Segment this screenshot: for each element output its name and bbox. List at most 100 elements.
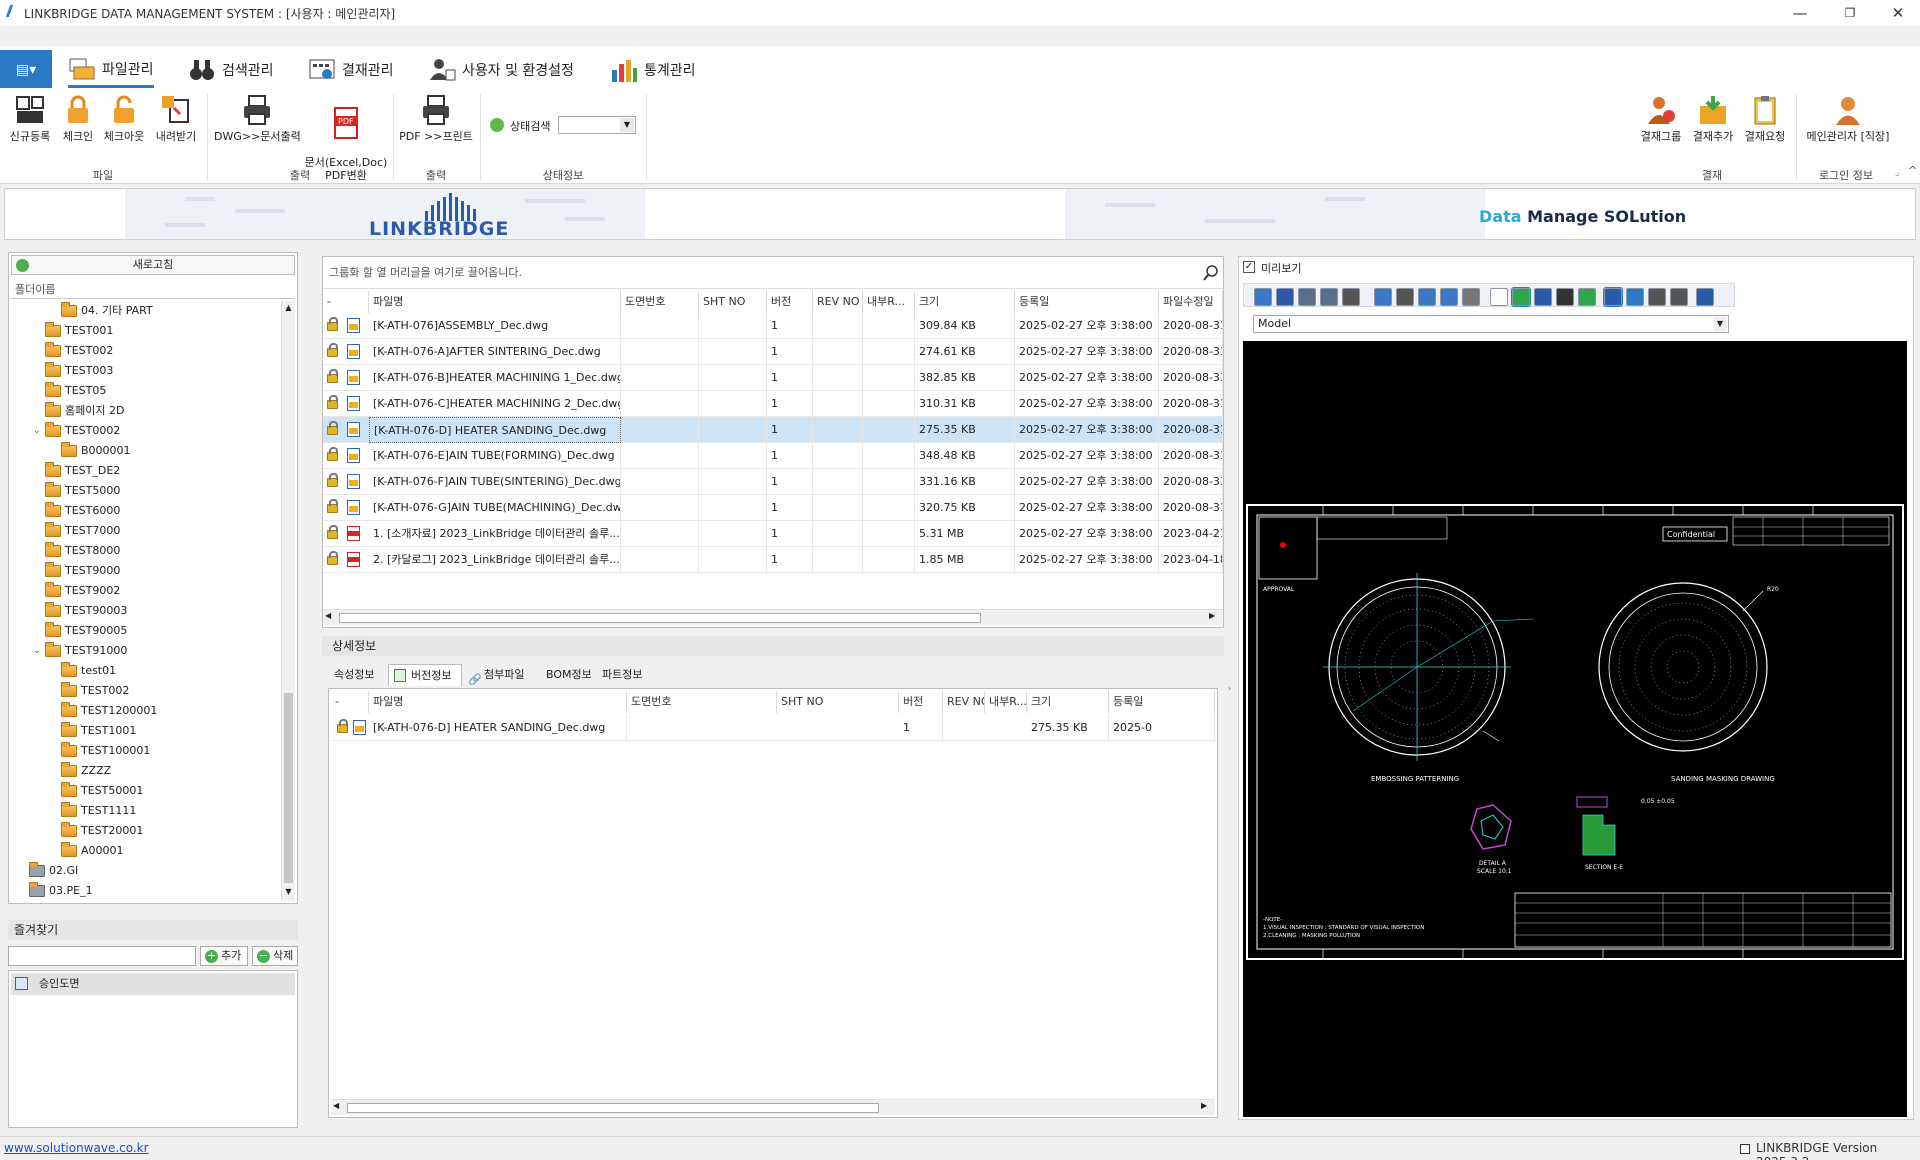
checkin-button[interactable]: 체크인 xyxy=(58,94,98,143)
tree-item[interactable]: TEST003 xyxy=(45,361,113,381)
dwg-print-button[interactable]: DWG>>문서출력 xyxy=(214,94,301,143)
tree-item[interactable]: A00001 xyxy=(61,841,124,861)
table-row[interactable]: [K-ATH-076-C]HEATER MACHINING 2_Dec.dwg 1… xyxy=(323,391,1223,417)
list-item[interactable]: 승인도면 xyxy=(11,973,295,995)
detail-hscrollbar[interactable]: ◀ ▶ xyxy=(331,1099,1215,1115)
download-button[interactable]: 내려받기 xyxy=(150,94,202,143)
column-header[interactable]: 내부R... xyxy=(863,291,915,313)
column-header[interactable]: - xyxy=(331,691,369,713)
tree-item[interactable]: TEST1001 xyxy=(61,721,136,741)
expand-caret-icon[interactable]: ⌄ xyxy=(33,641,43,661)
status-search-select[interactable]: ▼ xyxy=(558,116,636,134)
tree-item[interactable]: TEST100001 xyxy=(61,741,150,761)
preview-checkbox[interactable]: ✓ xyxy=(1243,261,1255,273)
table-row[interactable]: 1. [소개자료] 2023_LinkBridge 데이터관리 솔루... 1 5.… xyxy=(323,521,1223,547)
zoom-extents-icon[interactable] xyxy=(1462,288,1480,306)
model-select[interactable]: Model ▼ xyxy=(1253,315,1729,333)
column-header[interactable]: 파일명 xyxy=(369,291,621,313)
scroll-thumb[interactable] xyxy=(347,1103,879,1113)
invert-icon[interactable] xyxy=(1578,288,1596,306)
detail-tab[interactable]: 속성정보 xyxy=(328,664,386,686)
color-mode-icon[interactable] xyxy=(1511,287,1531,307)
column-header[interactable]: 도면번호 xyxy=(621,291,699,313)
table-row[interactable]: [K-ATH-076-B]HEATER MACHINING 1_Dec.dwg 1… xyxy=(323,365,1223,391)
approval-request-button[interactable]: 결재요청 xyxy=(1740,94,1790,143)
collapse-ribbon-icon[interactable]: ^ xyxy=(1908,164,1917,177)
scroll-thumb[interactable] xyxy=(284,693,293,883)
pdf-print-button[interactable]: PDF >>프린트 xyxy=(398,94,474,143)
tree-item[interactable]: TEST002 xyxy=(61,681,129,701)
scroll-thumb[interactable] xyxy=(339,613,981,623)
close-button[interactable]: ✕ xyxy=(1878,0,1918,26)
tree-item[interactable]: TEST6000 xyxy=(45,501,120,521)
bw-mode-icon[interactable] xyxy=(1556,288,1574,306)
tree-item[interactable]: ⌄ TEST0002 xyxy=(33,421,120,441)
tree-item[interactable]: 홈페이지 2D xyxy=(45,401,124,421)
tree-item[interactable]: TEST8000 xyxy=(45,541,120,561)
expand-caret-icon[interactable]: ⌄ xyxy=(33,421,43,441)
tree-item[interactable]: B000001 xyxy=(61,441,131,461)
tree-item[interactable]: TEST9002 xyxy=(45,581,120,601)
column-header[interactable]: 내부R... xyxy=(985,691,1027,713)
settings-icon[interactable] xyxy=(1696,288,1714,306)
column-header[interactable]: REV NO xyxy=(813,291,863,313)
drawing-viewport[interactable]: APPROVAL Confidential R20 EMBOSSING PATT… xyxy=(1243,341,1907,1117)
approval-group-button[interactable]: 결재그룹 xyxy=(1636,94,1686,143)
tree-item[interactable]: TEST1200001 xyxy=(61,701,157,721)
favorites-delete-button[interactable]: − 삭제 xyxy=(252,946,298,966)
page-setup-icon[interactable] xyxy=(1374,288,1392,306)
column-header[interactable]: REV NO xyxy=(943,691,985,713)
detail-tab[interactable]: 🔗 첨부파일 xyxy=(464,664,538,686)
login-user-button[interactable]: 메인관리자 [직장] xyxy=(1800,94,1896,143)
tab-statistics[interactable]: 통계관리 xyxy=(610,52,696,88)
tree-scrollbar[interactable]: ▲ ▼ xyxy=(281,301,295,901)
globe-icon[interactable] xyxy=(1626,288,1644,306)
scroll-down-icon[interactable]: ▼ xyxy=(282,885,295,899)
zoom-out-icon[interactable] xyxy=(1440,288,1458,306)
table-row[interactable]: [K-ATH-076]ASSEMBLY_Dec.dwg 1 309.84 KB 202… xyxy=(323,313,1223,339)
print-icon[interactable] xyxy=(1342,288,1360,306)
search-icon[interactable] xyxy=(1203,265,1219,281)
website-link[interactable]: www.solutionwave.co.kr xyxy=(4,1141,149,1155)
markup-icon[interactable] xyxy=(1670,288,1688,306)
tree-item[interactable]: test01 xyxy=(61,661,116,681)
column-header[interactable]: - xyxy=(323,291,369,313)
detail-tab[interactable]: 버전정보 xyxy=(388,664,462,686)
tree-item[interactable]: TEST002 xyxy=(45,341,113,361)
tab-user-settings[interactable]: 사용자 및 환경설정 xyxy=(428,52,574,88)
export-all-icon[interactable] xyxy=(1320,288,1338,306)
frame-icon[interactable] xyxy=(1603,287,1623,307)
restore-button[interactable]: ❐ xyxy=(1830,0,1870,26)
tree-item[interactable]: TEST90003 xyxy=(45,601,127,621)
layers-icon[interactable] xyxy=(1396,288,1414,306)
table-row[interactable]: 2. [카달로그] 2023_LinkBridge 데이터관리 솔루... 1 1.… xyxy=(323,547,1223,573)
grid-hscrollbar[interactable]: ◀ ▶ xyxy=(323,609,1223,625)
favorites-add-button[interactable]: + 추가 xyxy=(200,946,248,966)
approval-add-button[interactable]: 결재추가 xyxy=(1688,94,1738,143)
tree-item[interactable]: TEST90005 xyxy=(45,621,127,641)
detail-tab[interactable]: 파트정보 xyxy=(596,664,650,686)
scroll-right-icon[interactable]: ▶ xyxy=(1209,611,1215,620)
tree-item[interactable]: TEST20001 xyxy=(61,821,143,841)
column-header[interactable]: 도면번호 xyxy=(627,691,777,713)
column-header[interactable]: 파일명 xyxy=(369,691,627,713)
table-row[interactable]: [K-ATH-076-E]AIN TUBE(FORMING)_Dec.dwg 1 3… xyxy=(323,443,1223,469)
detail-tab[interactable]: BOM정보 xyxy=(540,664,594,686)
minimize-button[interactable]: — xyxy=(1780,0,1820,26)
save-icon[interactable] xyxy=(1276,288,1294,306)
column-header[interactable]: 크기 xyxy=(1027,691,1109,713)
tree-item[interactable]: TEST50001 xyxy=(61,781,143,801)
column-header[interactable]: 버전 xyxy=(899,691,943,713)
column-header[interactable]: SHT NO xyxy=(699,291,767,313)
dialog-launcher-icon[interactable]: ⌟ xyxy=(1895,168,1899,178)
table-row[interactable]: [K-ATH-076-D] HEATER SANDING_Dec.dwg 1 275… xyxy=(323,417,1223,443)
tree-item[interactable]: 04. 기타 PART xyxy=(61,301,153,321)
splitter-handle-icon[interactable]: › xyxy=(1228,684,1231,693)
column-header[interactable]: 등록일 xyxy=(1015,291,1159,313)
table-row[interactable]: [K-ATH-076-F]AIN TUBE(SINTERING)_Dec.dwg… xyxy=(323,469,1223,495)
refresh-button[interactable]: 새로고침 xyxy=(11,255,295,275)
tree-item[interactable]: ⌄ TEST91000 xyxy=(33,641,127,661)
tree-item[interactable]: TEST05 xyxy=(45,381,106,401)
register-button[interactable]: 신규등록 xyxy=(8,94,52,143)
group-drop-area[interactable]: 그룹화 할 열 머리글을 여기로 끌어옵니다. xyxy=(323,257,1223,289)
